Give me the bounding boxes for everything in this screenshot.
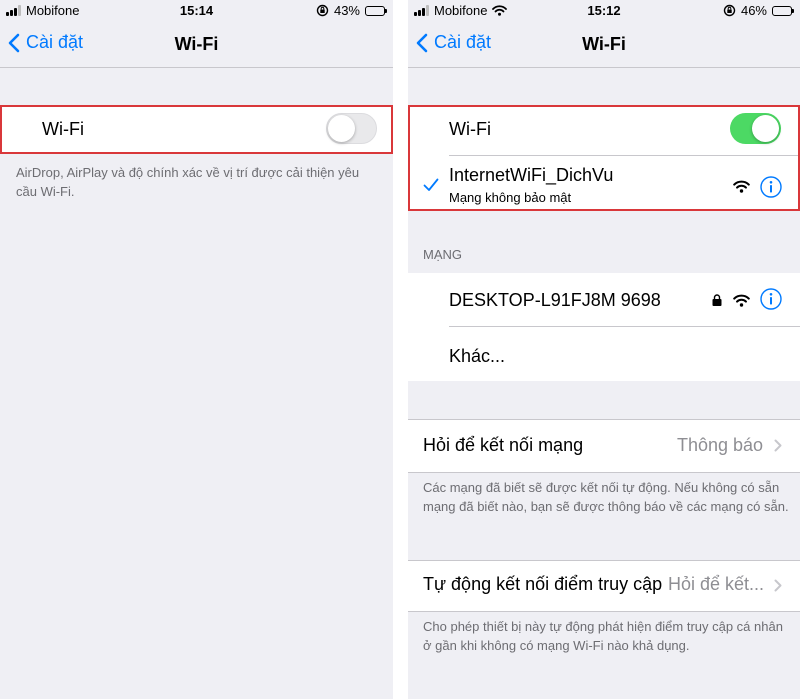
networks-group: DESKTOP-L91FJ8M 9698 Khác... [408, 273, 800, 381]
highlight-box [0, 105, 393, 154]
network-name: DESKTOP-L91FJ8M 9698 [449, 290, 661, 310]
ask-join-row[interactable]: Hỏi để kết nối mạng Thông báo [408, 419, 800, 473]
rotation-lock-icon [723, 4, 736, 17]
rotation-lock-icon [316, 4, 329, 17]
page-title: Wi-Fi [174, 34, 219, 54]
battery-percent: 43% [333, 3, 360, 18]
lock-icon [712, 294, 722, 306]
ask-join-label: Hỏi để kết nối mạng [423, 435, 584, 455]
auto-join-value: Hỏi để kết... [668, 574, 765, 594]
left-screen: Mobifone 15:14 43% Cài đặt Wi-Fi Wi-Fi A… [0, 0, 393, 699]
networks-header: MẠNG [423, 247, 462, 262]
auto-join-label: Tự động kết nối điểm truy cập [423, 574, 663, 594]
other-network-label: Khác... [449, 346, 506, 366]
network-row[interactable]: DESKTOP-L91FJ8M 9698 [408, 273, 800, 326]
ask-join-value: Thông báo [677, 435, 764, 455]
highlight-box [408, 105, 800, 211]
auto-join-footer: Cho phép thiết bị này tự động phát hiện … [423, 619, 783, 653]
other-network-row[interactable]: Khác... [408, 327, 800, 381]
nav-bar: Cài đặt Wi-Fi [0, 22, 393, 68]
right-screen: Mobifone 15:12 46% Cài đặt Wi-Fi Wi-Fi I… [408, 0, 800, 699]
status-bar: Mobifone 15:14 43% [0, 0, 393, 22]
auto-join-row[interactable]: Tự động kết nối điểm truy cập Hỏi để kết… [408, 560, 800, 612]
battery-percent: 46% [740, 3, 767, 18]
nav-bar: Cài đặt Wi-Fi [408, 22, 800, 68]
wifi-footer: AirDrop, AirPlay và độ chính xác về vị t… [16, 165, 360, 199]
battery-icon [365, 5, 387, 16]
battery-icon [772, 5, 794, 16]
chevron-right-icon [774, 579, 782, 592]
info-icon[interactable] [760, 288, 782, 310]
page-title: Wi-Fi [582, 34, 626, 54]
status-bar: Mobifone 15:12 46% [408, 0, 800, 22]
wifi-signal-icon [733, 294, 750, 307]
chevron-right-icon [774, 439, 782, 452]
ask-join-footer: Các mạng đã biết sẽ được kết nối tự động… [423, 480, 789, 514]
